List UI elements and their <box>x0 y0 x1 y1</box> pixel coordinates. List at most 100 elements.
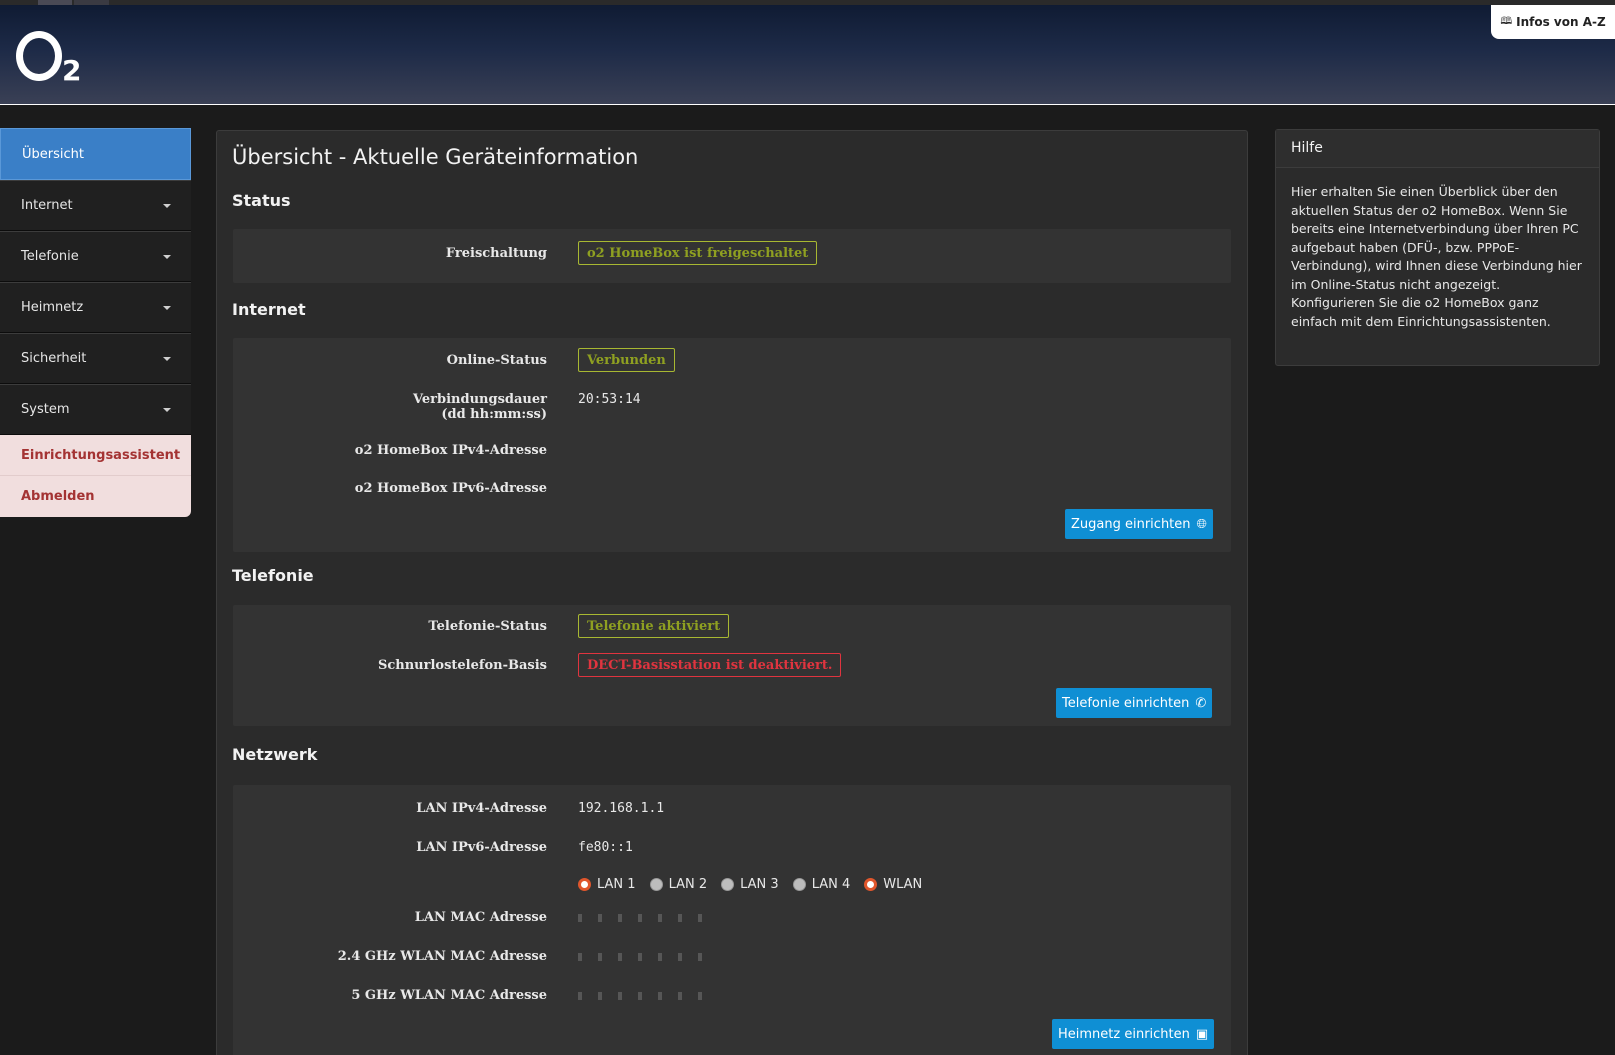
caret-down-icon <box>163 306 171 310</box>
sidebar-item-abmelden[interactable]: Abmelden <box>0 476 191 517</box>
verbindungsdauer-format: (dd hh:mm:ss) <box>441 407 547 422</box>
telefonie-status-badge: Telefonie aktiviert <box>578 614 730 638</box>
port-lan3: LAN 3 <box>721 877 779 892</box>
port-active-indicator <box>864 878 878 891</box>
sidebar-item-internet[interactable]: Internet <box>0 180 191 231</box>
row-telefonie-status: Telefonie-Status Telefonie aktiviert <box>233 614 1231 638</box>
dect-badge: DECT-Basisstation ist deaktiviert. <box>578 653 842 677</box>
caret-down-icon <box>163 408 171 412</box>
port-label: LAN 1 <box>597 877 636 892</box>
header: 2 🕮 Infos von A-Z <box>0 5 1615 105</box>
wizard-label: Einrichtungsassistent <box>21 447 181 463</box>
sidebar-item-label: Übersicht <box>22 146 84 162</box>
port-lan4: LAN 4 <box>792 877 851 892</box>
port-label: LAN 4 <box>811 877 851 892</box>
homebox-ipv6-label: o2 HomeBox IPv6-Adresse <box>354 481 547 496</box>
port-lan2: LAN 2 <box>649 877 707 892</box>
sidebar-nav: Übersicht Internet Telefonie Heimnetz Si… <box>0 128 191 517</box>
row-ports: LAN 1 LAN 2 LAN 3 LAN 4 WLAN <box>233 877 1231 897</box>
redacted-mac-value <box>578 914 708 922</box>
logo-o <box>16 31 62 81</box>
section-title-internet: Internet <box>232 300 306 319</box>
online-status-label: Online-Status <box>446 353 547 368</box>
row-dect: Schnurlostelefon-Basis DECT-Basisstation… <box>233 653 1231 677</box>
redacted-mac-value <box>578 953 708 961</box>
sidebar-item-system[interactable]: System <box>0 384 191 435</box>
redacted-mac-value <box>578 992 708 1000</box>
port-wlan: WLAN <box>864 877 922 892</box>
caret-down-icon <box>163 255 171 259</box>
book-icon: 🕮 <box>1500 15 1513 27</box>
lan-ipv4-label: LAN IPv4-Adresse <box>416 801 547 816</box>
phone-icon: ✆ <box>1195 695 1207 711</box>
row-lan-mac: LAN MAC Adresse <box>233 908 1231 928</box>
section-title-netzwerk: Netzwerk <box>232 745 318 764</box>
telefonie-panel: Telefonie-Status Telefonie aktiviert Sch… <box>233 605 1231 726</box>
lan-ipv6-value: fe80::1 <box>578 840 633 855</box>
verbindungsdauer-value: 20:53:14 <box>578 392 641 407</box>
port-inactive-indicator <box>721 878 735 891</box>
sidebar-item-label: Heimnetz <box>21 300 84 315</box>
row-freischaltung: Freischaltung o2 HomeBox ist freigeschal… <box>233 241 1231 265</box>
section-title-status: Status <box>232 191 291 210</box>
sidebar-item-label: Internet <box>21 198 73 213</box>
row-ipv6: o2 HomeBox IPv6-Adresse <box>233 479 1231 499</box>
sidebar-item-telefonie[interactable]: Telefonie <box>0 231 191 282</box>
help-panel: Hilfe Hier erhalten Sie einen Überblick … <box>1275 129 1600 366</box>
port-active-indicator <box>578 878 591 891</box>
sidebar-item-sicherheit[interactable]: Sicherheit <box>0 333 191 384</box>
caret-down-icon <box>163 204 171 208</box>
logout-label: Abmelden <box>21 489 95 504</box>
row-lan-ipv4: LAN IPv4-Adresse 192.168.1.1 <box>233 799 1231 819</box>
globe-icon: 🌐︎ <box>1196 516 1207 532</box>
port-inactive-indicator <box>792 878 806 891</box>
infos-a-z-button[interactable]: 🕮 Infos von A-Z <box>1491 5 1615 39</box>
sidebar-item-uebersicht[interactable]: Übersicht <box>0 128 191 180</box>
heimnetz-einrichten-button[interactable]: Heimnetz einrichten ▣ <box>1052 1019 1215 1049</box>
lan-mac-label: LAN MAC Adresse <box>414 910 547 925</box>
port-status-group: LAN 1 LAN 2 LAN 3 LAN 4 WLAN <box>578 877 922 892</box>
wlan24-mac-label: 2.4 GHz WLAN MAC Adresse <box>337 949 547 964</box>
sidebar-item-label: System <box>21 402 70 417</box>
row-online-status: Online-Status Verbunden <box>233 348 1231 372</box>
port-inactive-indicator <box>649 878 663 891</box>
online-status-badge: Verbunden <box>578 348 675 372</box>
logo-two: 2 <box>62 54 82 87</box>
port-label: WLAN <box>883 877 923 892</box>
o2-logo[interactable]: 2 <box>14 23 84 93</box>
verbindungsdauer-title: Verbindungsdauer <box>413 392 547 407</box>
zugang-einrichten-button[interactable]: Zugang einrichten 🌐︎ <box>1065 509 1213 539</box>
help-text: Hier erhalten Sie einen Überblick über d… <box>1291 184 1582 329</box>
telefonie-einrichten-button[interactable]: Telefonie einrichten ✆ <box>1056 688 1213 718</box>
section-title-telefonie: Telefonie <box>232 566 314 585</box>
heimnetz-einrichten-label: Heimnetz einrichten <box>1058 1026 1190 1042</box>
sidebar-item-einrichtungsassistent[interactable]: Einrichtungsassistent <box>0 435 191 476</box>
lan-ipv6-label: LAN IPv6-Adresse <box>416 840 547 855</box>
infos-a-z-label: Infos von A-Z <box>1516 15 1606 29</box>
main-panel: Übersicht - Aktuelle Geräteinformation S… <box>216 130 1248 1055</box>
caret-down-icon <box>163 357 171 361</box>
sidebar-item-label: Telefonie <box>21 249 79 264</box>
wlan5-mac-label: 5 GHz WLAN MAC Adresse <box>351 988 547 1003</box>
netzwerk-panel: LAN IPv4-Adresse 192.168.1.1 LAN IPv6-Ad… <box>233 785 1231 1055</box>
row-lan-ipv6: LAN IPv6-Adresse fe80::1 <box>233 838 1231 858</box>
zugang-einrichten-label: Zugang einrichten <box>1071 516 1191 532</box>
port-label: LAN 3 <box>740 877 779 892</box>
row-ipv4: o2 HomeBox IPv4-Adresse <box>233 441 1231 461</box>
verbindungsdauer-label: Verbindungsdauer (dd hh:mm:ss) <box>413 392 547 422</box>
page-title: Übersicht - Aktuelle Geräteinformation <box>232 145 639 169</box>
row-verbindungsdauer: Verbindungsdauer (dd hh:mm:ss) 20:53:14 <box>233 390 1231 430</box>
telefonie-einrichten-label: Telefonie einrichten <box>1062 695 1190 711</box>
sidebar-item-heimnetz[interactable]: Heimnetz <box>0 282 191 333</box>
sidebar-item-label: Sicherheit <box>21 351 87 366</box>
telefonie-status-label: Telefonie-Status <box>428 619 547 634</box>
internet-panel: Online-Status Verbunden Verbindungsdauer… <box>233 338 1231 552</box>
network-icon: ▣ <box>1195 1026 1209 1042</box>
dect-label: Schnurlostelefon-Basis <box>377 658 547 673</box>
status-panel: Freischaltung o2 HomeBox ist freigeschal… <box>233 229 1231 283</box>
row-wlan5-mac: 5 GHz WLAN MAC Adresse <box>233 986 1231 1006</box>
row-wlan24-mac: 2.4 GHz WLAN MAC Adresse <box>233 947 1231 967</box>
homebox-ipv4-label: o2 HomeBox IPv4-Adresse <box>354 443 547 458</box>
lan-ipv4-value: 192.168.1.1 <box>578 801 665 816</box>
freischaltung-label: Freischaltung <box>445 246 547 261</box>
